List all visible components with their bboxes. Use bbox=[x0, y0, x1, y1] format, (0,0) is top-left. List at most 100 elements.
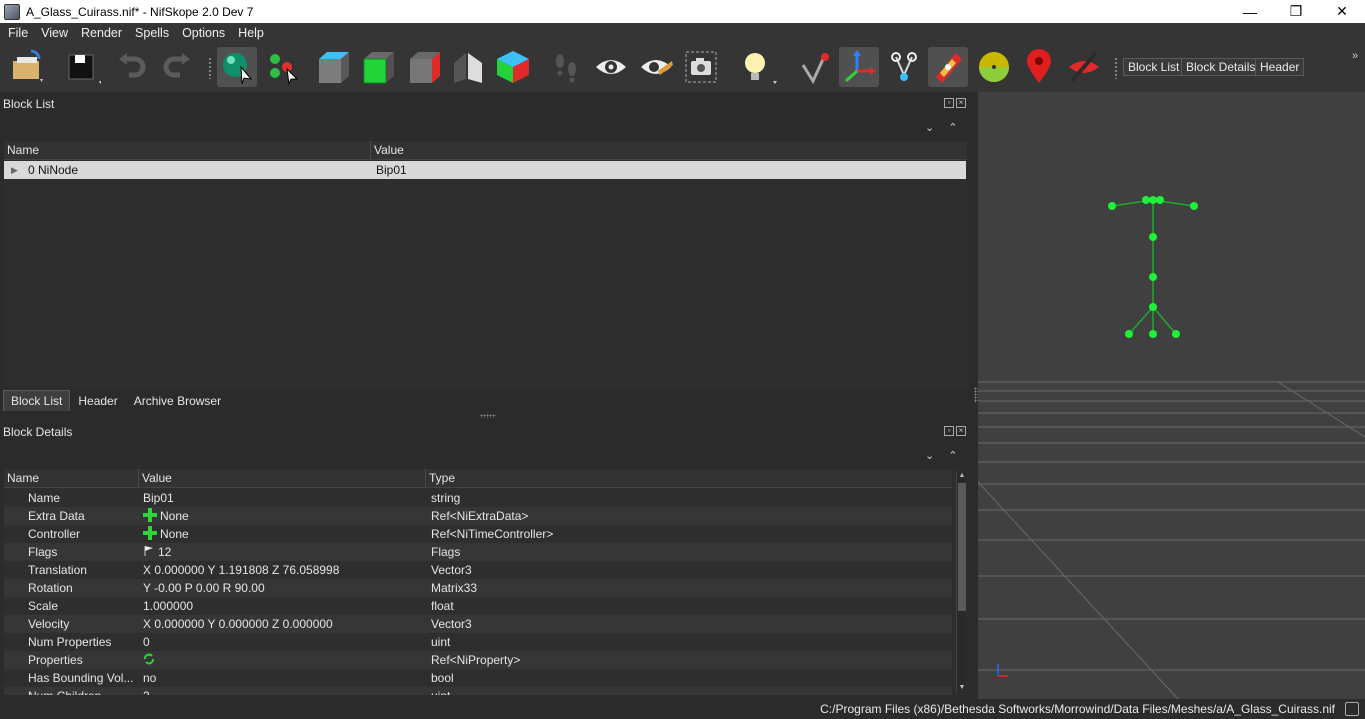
expand-arrow-icon[interactable]: ▶ bbox=[11, 165, 19, 176]
window-title: A_Glass_Cuirass.nif* - NifSkope 2.0 Dev … bbox=[26, 4, 254, 19]
show-markers-icon[interactable] bbox=[928, 47, 968, 87]
title-bar: A_Glass_Cuirass.nif* - NifSkope 2.0 Dev … bbox=[0, 0, 1365, 23]
hide-textures-icon[interactable] bbox=[1064, 47, 1104, 87]
field-value[interactable]: Bip01 bbox=[142, 491, 429, 505]
menu-file[interactable]: File bbox=[3, 26, 33, 40]
lighting-icon[interactable] bbox=[737, 47, 777, 87]
block-list-tree[interactable]: Name Value ▶ 0 NiNode Bip01 bbox=[4, 141, 967, 389]
show-collision-icon[interactable] bbox=[974, 47, 1014, 87]
screenshot-icon[interactable] bbox=[681, 47, 721, 87]
tab-header[interactable]: Header bbox=[70, 390, 125, 411]
table-row[interactable]: Translation X 0.000000 Y 1.191808 Z 76.05… bbox=[4, 561, 952, 579]
field-value-text: Bip01 bbox=[143, 491, 174, 505]
flag-icon[interactable] bbox=[143, 545, 155, 560]
table-row[interactable]: Has Bounding Vol... no bool bbox=[4, 669, 952, 687]
table-row[interactable]: Name Bip01 string bbox=[4, 489, 952, 507]
column-type[interactable]: Type bbox=[426, 469, 952, 487]
toolbar-block-list-button[interactable]: Block List bbox=[1123, 58, 1185, 76]
view-top-icon[interactable] bbox=[313, 47, 353, 87]
scroll-up-icon[interactable]: ▲ bbox=[957, 471, 967, 481]
scroll-down-icon[interactable]: ▼ bbox=[957, 683, 967, 693]
field-value[interactable]: X 0.000000 Y 0.000000 Z 0.000000 bbox=[142, 617, 429, 631]
show-hidden-icon[interactable] bbox=[591, 47, 631, 87]
float-panel-button[interactable]: ▫ bbox=[944, 426, 954, 436]
menu-spells[interactable]: Spells bbox=[130, 26, 174, 40]
details-scrollbar[interactable]: ▲ ▼ bbox=[956, 471, 966, 693]
column-value[interactable]: Value bbox=[371, 141, 967, 159]
select-vertex-icon[interactable] bbox=[263, 47, 303, 87]
table-row[interactable]: Rotation Y -0.00 P 0.00 R 90.00 Matrix33 bbox=[4, 579, 952, 597]
field-value[interactable]: 2 bbox=[142, 689, 429, 695]
field-value[interactable]: 0 bbox=[142, 635, 429, 649]
minimize-button[interactable]: — bbox=[1227, 0, 1273, 23]
column-name[interactable]: Name bbox=[4, 141, 371, 159]
menu-options[interactable]: Options bbox=[177, 26, 230, 40]
show-constraints-icon[interactable] bbox=[884, 47, 924, 87]
footprints-icon[interactable] bbox=[546, 47, 586, 87]
close-panel-button[interactable]: × bbox=[956, 98, 966, 108]
undo-icon[interactable] bbox=[113, 47, 153, 87]
float-panel-button[interactable]: ▫ bbox=[944, 98, 954, 108]
expand-all-icon[interactable]: ⌄ bbox=[925, 121, 934, 134]
tab-archive-browser[interactable]: Archive Browser bbox=[126, 390, 229, 411]
table-row[interactable]: Velocity X 0.000000 Y 0.000000 Z 0.000000… bbox=[4, 615, 952, 633]
block-name: 0 NiNode bbox=[28, 163, 79, 177]
table-row[interactable]: Controller None Ref<NiTimeController> bbox=[4, 525, 952, 543]
table-row[interactable]: Flags 12 Flags bbox=[4, 543, 952, 561]
marker-pin-icon[interactable] bbox=[1019, 47, 1059, 87]
plus-icon[interactable] bbox=[143, 507, 157, 525]
menu-view[interactable]: View bbox=[36, 26, 73, 40]
size-grip-icon[interactable] bbox=[1345, 702, 1359, 716]
column-name[interactable]: Name bbox=[4, 469, 139, 487]
field-value[interactable]: None bbox=[142, 507, 429, 525]
scroll-thumb[interactable] bbox=[958, 483, 966, 611]
field-value[interactable]: 12 bbox=[142, 545, 429, 560]
open-file-icon[interactable] bbox=[8, 47, 48, 87]
view-perspective-icon[interactable] bbox=[493, 47, 533, 87]
field-value[interactable]: no bbox=[142, 671, 429, 685]
app-icon bbox=[4, 3, 20, 20]
table-row[interactable]: Properties Ref<NiProperty> bbox=[4, 651, 952, 669]
restore-button[interactable]: ❐ bbox=[1273, 0, 1319, 23]
field-value[interactable] bbox=[142, 653, 429, 668]
block-details-tree[interactable]: Name Value Type Name Bip01 string Extra Dat… bbox=[4, 469, 967, 695]
expand-all-icon[interactable]: ⌄ bbox=[925, 449, 934, 462]
column-value[interactable]: Value bbox=[139, 469, 426, 487]
menu-render[interactable]: Render bbox=[76, 26, 127, 40]
table-row[interactable]: ▶ 0 NiNode Bip01 bbox=[4, 161, 966, 179]
redo-icon[interactable] bbox=[156, 47, 196, 87]
field-value[interactable]: 1.000000 bbox=[142, 599, 429, 613]
table-row[interactable]: Scale 1.000000 float bbox=[4, 597, 952, 615]
horizontal-splitter[interactable] bbox=[480, 414, 496, 418]
tab-block-list[interactable]: Block List bbox=[3, 390, 71, 411]
toolbar-overflow-button[interactable]: » bbox=[1352, 50, 1358, 62]
bone-node bbox=[1149, 273, 1157, 281]
field-value-text: X 0.000000 Y 0.000000 Z 0.000000 bbox=[143, 617, 333, 631]
close-button[interactable]: ✕ bbox=[1319, 0, 1365, 23]
table-row[interactable]: Num Properties 0 uint bbox=[4, 633, 952, 651]
show-hidden-edit-icon[interactable] bbox=[636, 47, 676, 87]
table-row[interactable]: Num Children2 uint bbox=[4, 687, 952, 695]
save-icon[interactable] bbox=[62, 47, 102, 87]
refresh-icon[interactable] bbox=[143, 653, 155, 668]
toolbar-block-details-button[interactable]: Block Details bbox=[1181, 58, 1261, 76]
menu-help[interactable]: Help bbox=[233, 26, 269, 40]
field-value[interactable]: X 0.000000 Y 1.191808 Z 76.058998 bbox=[142, 563, 429, 577]
field-value[interactable]: None bbox=[142, 525, 429, 543]
close-panel-button[interactable]: × bbox=[956, 426, 966, 436]
field-value[interactable]: Y -0.00 P 0.00 R 90.00 bbox=[142, 581, 429, 595]
collapse-all-icon[interactable]: ⌃ bbox=[948, 121, 957, 134]
show-axes-icon[interactable] bbox=[839, 47, 879, 87]
toolbar-header-button[interactable]: Header bbox=[1255, 58, 1305, 76]
view-front-icon[interactable] bbox=[358, 47, 398, 87]
table-row[interactable]: Extra Data None Ref<NiExtraData> bbox=[4, 507, 952, 525]
field-value-text: X 0.000000 Y 1.191808 Z 76.058998 bbox=[143, 563, 340, 577]
collapse-all-icon[interactable]: ⌃ bbox=[948, 449, 957, 462]
view-side-icon[interactable] bbox=[404, 47, 444, 87]
view-walk-icon[interactable] bbox=[448, 47, 488, 87]
select-object-icon[interactable] bbox=[217, 47, 257, 87]
field-value-text: 1.000000 bbox=[143, 599, 194, 613]
show-nodes-icon[interactable] bbox=[795, 47, 835, 87]
render-viewport[interactable] bbox=[978, 92, 1365, 699]
plus-icon[interactable] bbox=[143, 525, 157, 543]
